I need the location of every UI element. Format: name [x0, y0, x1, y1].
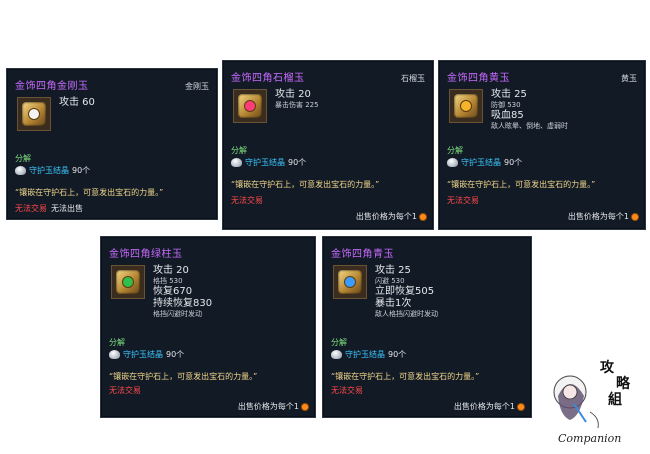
- item-card-sapphire: 金饰四角青玉 攻击 25 闪避 530 立即恢复505 暴击1次 敌人格挡闪避时…: [322, 236, 532, 418]
- decompose-label: 分解: [109, 338, 125, 347]
- stat-line: 敌人眩晕、倒地、虚弱时: [491, 122, 568, 130]
- coin-icon: [631, 212, 639, 221]
- material-name[interactable]: 守护玉结晶: [345, 349, 385, 360]
- material-row: 守护玉结晶 90个: [109, 349, 184, 360]
- material-row: 守护玉结晶 90个: [331, 349, 406, 360]
- gem-icon: [17, 97, 51, 131]
- watermark-char: 攻: [600, 360, 614, 376]
- stat-list: 攻击 25 防御 530 吸血85 敌人眩晕、倒地、虚弱时: [491, 89, 568, 131]
- sell-price: 出售价格为每个1: [568, 211, 639, 222]
- stat-list: 攻击 25 闪避 530 立即恢复505 暴击1次 敌人格挡闪避时发动: [375, 265, 438, 319]
- item-title: 金饰四角石榴玉: [231, 73, 305, 84]
- watermark-char: 組: [608, 392, 622, 408]
- stat-line: 攻击 20: [153, 265, 189, 276]
- crystal-icon: [447, 158, 458, 167]
- crystal-icon: [331, 350, 342, 359]
- coin-icon: [517, 402, 525, 411]
- item-description: “镶嵌在守护石上，可意发出宝石的力量。”: [109, 372, 258, 381]
- material-name[interactable]: 守护玉结晶: [245, 157, 285, 168]
- item-card-diamond: 金饰四角金刚玉 金刚玉 攻击 60 分解 守护玉结晶 90个 “镶嵌在守护石上，…: [6, 68, 218, 220]
- companion-watermark-logo: 攻 略 組 Companion: [540, 352, 650, 450]
- stat-line: 暴击伤害 225: [275, 101, 319, 109]
- item-title: 金饰四角绿柱玉: [109, 249, 183, 260]
- stat-line: 防御 530: [491, 101, 521, 109]
- stat-list: 攻击 20 格挡 530 恢复670 持续恢复830 格挡闪避时发动: [153, 265, 212, 319]
- watermark-char: 略: [616, 376, 630, 392]
- material-count: 90个: [504, 158, 523, 167]
- gem-icon: [449, 89, 483, 123]
- no-trade-label: 无法交易: [15, 204, 47, 213]
- trade-restriction: 无法交易: [447, 196, 479, 205]
- item-title: 金饰四角青玉: [331, 249, 394, 260]
- stat-line: 吸血85: [491, 110, 524, 121]
- stat-line: 暴击1次: [375, 298, 412, 309]
- decompose-label: 分解: [15, 154, 31, 163]
- item-type: 黄玉: [621, 74, 637, 83]
- sell-price: 出售价格为每个1: [356, 211, 427, 222]
- material-row: 守护玉结晶 90个: [15, 165, 90, 176]
- stat-line: 攻击 25: [375, 265, 411, 276]
- watermark-text: Companion: [558, 432, 622, 445]
- item-description: “镶嵌在守护石上，可意发出宝石的力量。”: [447, 180, 596, 189]
- stat-line: 格挡 530: [153, 277, 183, 285]
- material-name[interactable]: 守护玉结晶: [29, 165, 69, 176]
- no-sell-label: 无法出售: [51, 204, 83, 213]
- material-count: 90个: [388, 350, 407, 359]
- material-name[interactable]: 守护玉结晶: [123, 349, 163, 360]
- trade-restriction: 无法交易 无法出售: [15, 203, 83, 214]
- item-title: 金饰四角黄玉: [447, 73, 510, 84]
- crystal-icon: [15, 166, 26, 175]
- sell-price-label: 出售价格为每个1: [355, 212, 417, 221]
- crystal-icon: [109, 350, 120, 359]
- decompose-label: 分解: [331, 338, 347, 347]
- stat-line: 持续恢复830: [153, 298, 213, 309]
- trade-restriction: 无法交易: [331, 386, 363, 395]
- coin-icon: [419, 212, 427, 221]
- stat-line: 敌人格挡闪避时发动: [375, 310, 438, 318]
- gem-icon: [333, 265, 367, 299]
- watermark-characters: 攻 略 組: [600, 360, 630, 408]
- trade-restriction: 无法交易: [231, 196, 263, 205]
- item-card-topaz: 金饰四角黄玉 黄玉 攻击 25 防御 530 吸血85 敌人眩晕、倒地、虚弱时 …: [438, 60, 646, 230]
- stat-line: 立即恢复505: [375, 286, 435, 297]
- sell-price: 出售价格为每个1: [238, 401, 309, 412]
- material-count: 90个: [288, 158, 307, 167]
- stat-line: 闪避 530: [375, 277, 405, 285]
- trade-restriction: 无法交易: [109, 386, 141, 395]
- item-type: 石榴玉: [401, 74, 425, 83]
- stat-line: 攻击 25: [491, 89, 527, 100]
- material-count: 90个: [72, 166, 91, 175]
- item-card-garnet: 金饰四角石榴玉 石榴玉 攻击 20 暴击伤害 225 分解 守护玉结晶 90个 …: [222, 60, 434, 230]
- stat-list: 攻击 60: [59, 97, 95, 109]
- stat-line: 恢复670: [153, 286, 193, 297]
- stat-line: 攻击 20: [275, 89, 311, 100]
- material-row: 守护玉结晶 90个: [231, 157, 306, 168]
- item-description: “镶嵌在守护石上，可意发出宝石的力量。”: [15, 188, 164, 197]
- material-name[interactable]: 守护玉结晶: [461, 157, 501, 168]
- item-description: “镶嵌在守护石上，可意发出宝石的力量。”: [231, 180, 380, 189]
- sell-price-label: 出售价格为每个1: [237, 402, 299, 411]
- stat-line: 攻击 60: [59, 97, 95, 108]
- coin-icon: [301, 402, 309, 411]
- item-card-beryl: 金饰四角绿柱玉 攻击 20 格挡 530 恢复670 持续恢复830 格挡闪避时…: [100, 236, 316, 418]
- sell-price-label: 出售价格为每个1: [453, 402, 515, 411]
- decompose-label: 分解: [447, 146, 463, 155]
- material-row: 守护玉结晶 90个: [447, 157, 522, 168]
- material-count: 90个: [166, 350, 185, 359]
- item-type: 金刚玉: [185, 82, 209, 91]
- gem-icon: [111, 265, 145, 299]
- crystal-icon: [231, 158, 242, 167]
- gem-icon: [233, 89, 267, 123]
- sell-price: 出售价格为每个1: [454, 401, 525, 412]
- stat-list: 攻击 20 暴击伤害 225: [275, 89, 319, 110]
- stat-line: 格挡闪避时发动: [153, 310, 202, 318]
- item-description: “镶嵌在守护石上，可意发出宝石的力量。”: [331, 372, 480, 381]
- sell-price-label: 出售价格为每个1: [567, 212, 629, 221]
- decompose-label: 分解: [231, 146, 247, 155]
- item-title: 金饰四角金刚玉: [15, 81, 89, 92]
